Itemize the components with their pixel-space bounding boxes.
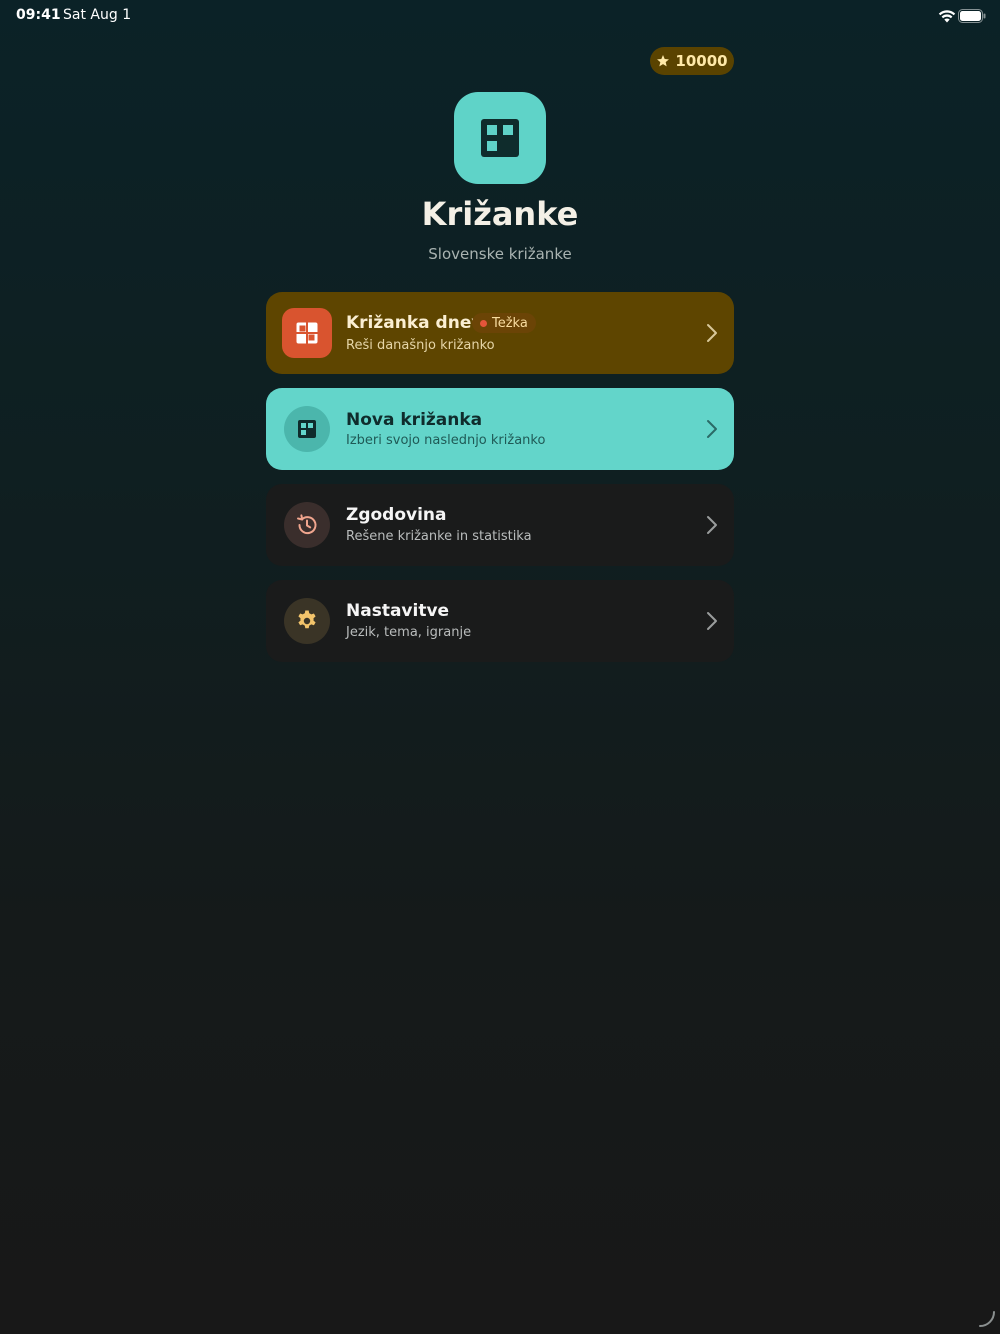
star-icon [657,55,670,67]
status-bar: 09:41 Sat Aug 1 [0,0,1000,32]
new-subtitle: Izberi svojo naslednjo križanko [346,433,546,448]
history-icon [297,514,317,535]
settings-card[interactable]: Nastavitve Jezik, tema, igranje [266,580,734,662]
chevron-right-icon [707,612,717,630]
crossword-grid-icon [298,420,316,438]
chevron-right-icon [707,420,717,438]
settings-title: Nastavitve [346,601,450,621]
crossword-grid-icon [481,119,519,157]
gear-icon [298,610,316,629]
daily-subtitle: Reši današnjo križanko [346,338,495,353]
history-icon-tile [284,502,330,548]
app-subtitle: Slovenske križanke [428,245,572,263]
difficulty-dot [480,319,487,327]
app-logo [454,92,546,184]
battery-icon [958,9,986,23]
history-subtitle: Rešene križanke in statistika [346,529,532,544]
daily-icon-tile [282,308,332,358]
new-crossword-card[interactable]: Nova križanka Izberi svojo naslednjo kri… [266,388,734,470]
coins-badge[interactable]: 10000 [650,47,734,75]
new-icon-tile [284,406,330,452]
settings-icon-tile [284,598,330,644]
coins-value: 10000 [675,52,728,70]
chevron-right-icon [707,324,717,342]
difficulty-badge: Težka [472,313,536,333]
settings-subtitle: Jezik, tema, igranje [346,625,472,640]
resize-handle-icon [979,1311,995,1327]
status-time: 09:41 [16,7,61,23]
chevron-right-icon [707,516,717,534]
app-title: Križanke [421,195,579,233]
crossword-grid-icon [296,322,318,344]
wifi-icon [938,10,956,23]
status-date: Sat Aug 1 [63,7,132,23]
history-title: Zgodovina [346,505,447,525]
daily-crossword-card[interactable]: Križanka dneva Reši današnjo križanko [266,292,734,374]
history-card[interactable]: Zgodovina Rešene križanke in statistika [266,484,734,566]
difficulty-label: Težka [492,315,528,331]
new-title: Nova križanka [346,410,483,430]
